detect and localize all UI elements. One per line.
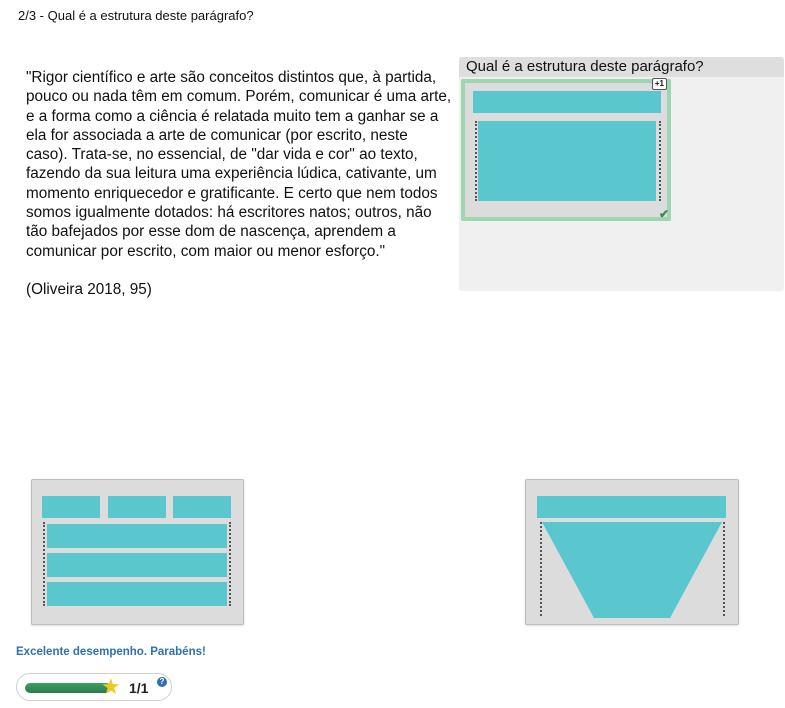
score-widget: ★ 1/1 ?: [16, 673, 172, 701]
score-value: 1/1: [129, 680, 149, 696]
card-right-dotted-line: [659, 121, 661, 201]
card-top-block: [473, 91, 661, 113]
answer-dropzone[interactable]: Qual é a estrutura deste parágrafo? +1 ✔: [459, 57, 784, 291]
card-column-block: [42, 496, 100, 518]
card-funnel-shape: [542, 522, 722, 618]
option-card-inverted-funnel[interactable]: [525, 479, 739, 625]
card-row-block: [47, 524, 227, 548]
card-left-dotted-line: [475, 121, 477, 201]
card-right-dotted-line: [229, 522, 231, 606]
score-progress-fill: [25, 683, 111, 693]
paragraph-citation: (Oliveira 2018, 95): [26, 280, 152, 298]
checkmark-icon: ✔: [658, 207, 669, 221]
dropped-answer-card[interactable]: +1 ✔: [461, 78, 671, 221]
paragraph-text-block: "Rigor científico e arte são conceitos d…: [26, 68, 452, 299]
card-top-block: [537, 496, 726, 518]
card-left-dotted-line: [43, 522, 45, 606]
option-card-columns-rows[interactable]: [31, 479, 244, 625]
star-icon: ★: [101, 674, 121, 699]
card-main-block: [478, 121, 656, 201]
card-right-dotted-line: [723, 522, 725, 616]
question-progress-title: 2/3 - Qual é a estrutura deste parágrafo…: [18, 8, 254, 23]
score-badge: +1: [651, 78, 667, 90]
help-icon[interactable]: ?: [157, 677, 167, 687]
score-progress-bar: [25, 683, 111, 693]
card-column-block: [108, 496, 166, 518]
card-row-block: [47, 553, 227, 577]
dropzone-title: Qual é a estrutura deste parágrafo?: [459, 57, 784, 77]
card-row-block: [47, 582, 227, 606]
feedback-message: Excelente desempenho. Parabéns!: [16, 646, 206, 658]
paragraph-quote: "Rigor científico e arte são conceitos d…: [26, 69, 452, 260]
card-column-block: [173, 496, 231, 518]
